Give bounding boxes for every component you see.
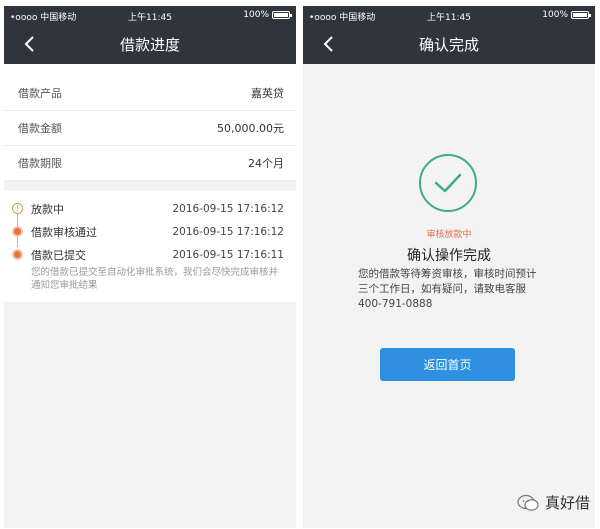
timeline-label: 借款已提交 [31, 248, 86, 262]
return-home-button[interactable]: 返回首页 [380, 348, 515, 381]
status-bar: •oooo 中国移动 上午11:45 100% [4, 6, 296, 24]
loan-progress-screen: •oooo 中国移动 上午11:45 100% 借款进度 借款产品 嘉英贷 借款… [4, 6, 296, 528]
battery-icon [571, 11, 591, 19]
timeline-description: 您的借款已提交至自动化审批系统，我们会尽快完成审核并通知您审批结果 [31, 267, 279, 291]
timeline-time: 2016-09-15 17:16:11 [172, 248, 284, 261]
info-value: 50,000.00元 [217, 122, 284, 135]
progress-timeline: ! 放款中 2016-09-15 17:16:12 借款审核通过 2016-09… [4, 191, 296, 302]
timeline-time: 2016-09-15 17:16:12 [172, 202, 284, 215]
done-message: 您的借款等待筹资审核，审核时间预计三个工作日，如有疑问，请致电客服400-791… [358, 268, 537, 310]
info-row-product: 借款产品 嘉英贷 [4, 76, 296, 111]
timeline-item: 借款已提交 2016-09-15 17:16:11 [12, 243, 284, 266]
brand-name: 真好借 [544, 494, 590, 512]
battery-indicator: 100% [542, 10, 591, 20]
nav-bar: 确认完成 [303, 24, 595, 64]
success-check-icon [419, 154, 477, 212]
page-title: 借款进度 [119, 36, 180, 54]
info-value: 嘉英贷 [251, 87, 284, 100]
timeline-item: 借款审核通过 2016-09-15 17:16:12 [12, 220, 284, 243]
timeline-item: ! 放款中 2016-09-15 17:16:12 [12, 197, 284, 220]
check-icon [434, 173, 462, 193]
page-title: 确认完成 [418, 36, 479, 54]
done-title: 确认操作完成 [407, 248, 491, 264]
status-bar: •oooo 中国移动 上午11:45 100% [303, 6, 595, 24]
top-bar: •oooo 中国移动 上午11:45 100% 确认完成 [303, 6, 595, 64]
info-label: 借款产品 [18, 87, 62, 100]
audit-status-label: 审核放款中 [426, 230, 472, 240]
info-value: 24个月 [248, 157, 284, 170]
confirmation-panel: 审核放款中 确认操作完成 您的借款等待筹资审核，审核时间预计三个工作日，如有疑问… [303, 64, 595, 528]
info-label: 借款金额 [18, 122, 62, 135]
battery-icon [272, 11, 292, 19]
battery-percent: 100% [542, 10, 568, 20]
timeline-label: 放款中 [31, 202, 64, 216]
wechat-icon [517, 494, 539, 511]
battery-percent: 100% [243, 10, 269, 20]
brand-mark: 真好借 [517, 492, 590, 513]
info-list: 借款产品 嘉英贷 借款金额 50,000.00元 借款期限 24个月 [4, 76, 296, 181]
loan-details: 借款产品 嘉英贷 借款金额 50,000.00元 借款期限 24个月 ! 放款中… [4, 76, 296, 528]
done-dot-icon [12, 226, 23, 237]
pending-dot-icon: ! [12, 203, 23, 214]
timeline-time: 2016-09-15 17:16:12 [172, 225, 284, 238]
confirm-complete-screen: •oooo 中国移动 上午11:45 100% 确认完成 审核放款中 确认操作完… [303, 6, 595, 528]
info-row-amount: 借款金额 50,000.00元 [4, 111, 296, 146]
info-row-term: 借款期限 24个月 [4, 146, 296, 181]
done-dot-icon [12, 249, 23, 260]
nav-bar: 借款进度 [4, 24, 296, 64]
battery-indicator: 100% [243, 10, 292, 20]
info-label: 借款期限 [18, 157, 62, 170]
timeline-label: 借款审核通过 [31, 225, 97, 239]
top-bar: •oooo 中国移动 上午11:45 100% 借款进度 [4, 6, 296, 64]
